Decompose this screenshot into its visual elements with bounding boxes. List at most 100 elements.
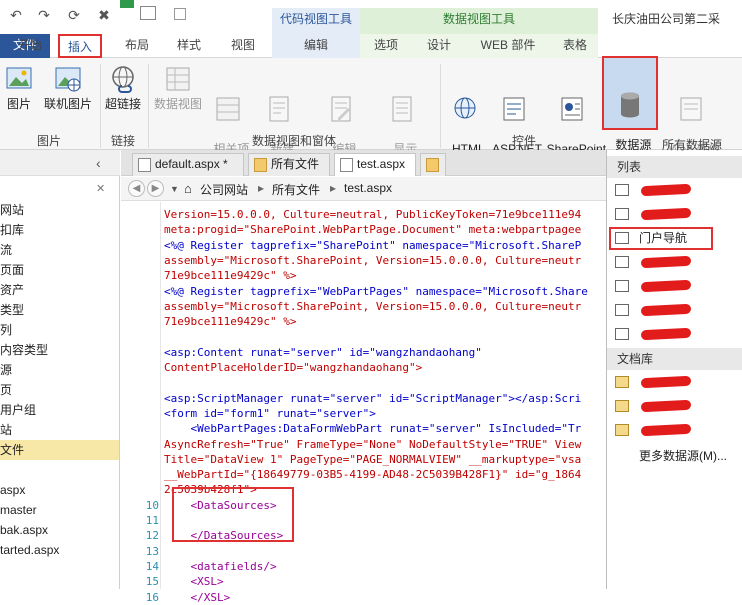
line-number	[121, 375, 159, 390]
document-library-item[interactable]	[607, 370, 742, 394]
code-line[interactable]: meta:progid="SharePoint.WebPartPage.Docu…	[164, 222, 607, 237]
sidebar-item[interactable]: aspx	[0, 480, 119, 500]
line-number: 15	[145, 575, 159, 589]
tab-table[interactable]: 表格	[550, 34, 600, 58]
code-line[interactable]: <XSL>	[164, 574, 607, 589]
back-button[interactable]: ◀	[128, 180, 145, 197]
sidebar-item[interactable]: 文件	[0, 440, 119, 460]
code-line[interactable]: 71e9bce111e9429c" %>	[164, 314, 607, 329]
edit-item-form-button[interactable]: 编辑 项目表单 ▾	[312, 62, 370, 171]
tab-options[interactable]: 选项	[362, 34, 410, 58]
code-line[interactable]: assembly="Microsoft.SharePoint, Version=…	[164, 299, 607, 314]
sharepoint-button[interactable]: SharePoint ▾	[540, 62, 606, 171]
code-line[interactable]: Title="DataView 1" PageType="PAGE_NORMAL…	[164, 452, 607, 467]
page-icon[interactable]	[140, 6, 156, 20]
refresh-icon[interactable]: ⟳	[66, 7, 82, 23]
code-line[interactable]: AsyncRefresh="True" FrameType="None" NoD…	[164, 437, 607, 452]
breadcrumb-site[interactable]: 公司网站	[200, 181, 248, 198]
code-line[interactable]	[164, 544, 607, 559]
redo-icon[interactable]: ↷	[36, 7, 52, 23]
stop-icon[interactable]: ✖	[96, 7, 112, 23]
sidebar-item[interactable]: 内容类型	[0, 340, 119, 360]
sidebar-item[interactable]: 源	[0, 360, 119, 380]
tab-view[interactable]: 视图	[220, 34, 266, 58]
customize-toolbar-icon[interactable]	[174, 8, 186, 20]
more-data-sources-link[interactable]: 更多数据源(M)...	[607, 444, 742, 468]
code-line[interactable]: <asp:Content runat="server" id="wangzhan…	[164, 345, 607, 360]
sidebar-item[interactable]: 页	[0, 380, 119, 400]
aspnet-button[interactable]: ASP.NET ▾	[486, 62, 542, 171]
tab-edit[interactable]: 编辑	[272, 34, 360, 58]
doc-tab-default[interactable]: default.aspx *	[132, 153, 244, 176]
forward-button[interactable]: ▶	[147, 180, 164, 197]
list-item[interactable]	[607, 202, 742, 226]
close-pane-icon[interactable]: ✕	[96, 182, 105, 195]
web-part-button[interactable]: Web 部件 ▾	[660, 62, 722, 171]
related-item-view-button[interactable]: 相关项 视图 ▾	[206, 62, 250, 171]
sidebar-item[interactable]: 站	[0, 420, 119, 440]
data-source-button[interactable]: 数据源 ▾	[602, 56, 658, 167]
tab-design[interactable]: 设计	[414, 34, 464, 58]
code-line[interactable]: 71e9bce111e9429c" %>	[164, 268, 607, 283]
aspx-file-icon	[138, 158, 151, 172]
code-token: assembly="Microsoft.SharePoint, Version=…	[164, 253, 582, 267]
sidebar-item[interactable]: 扣库	[0, 220, 119, 240]
picture-button[interactable]: 图片	[2, 62, 36, 126]
undo-icon[interactable]: ↶	[8, 7, 24, 23]
code-line[interactable]	[164, 375, 607, 390]
doc-tab-test[interactable]: test.aspx	[334, 153, 416, 176]
breadcrumb-all-files[interactable]: 所有文件	[272, 181, 320, 198]
list-item[interactable]	[607, 250, 742, 274]
collapse-pane-icon[interactable]: ‹	[96, 155, 101, 171]
data-view-button[interactable]: 数据视图	[150, 62, 206, 126]
code-line[interactable]: Version=15.0.0.0, Culture=neutral, Publi…	[164, 207, 607, 222]
sidebar-item[interactable]: 网站	[0, 200, 119, 220]
display-item-form-button[interactable]: 显示 项目表单 ▾	[372, 62, 432, 171]
sidebar-item[interactable]: 用户组	[0, 400, 119, 420]
tab-insert[interactable]: 插入	[58, 34, 102, 58]
tab-start[interactable]: 开始	[6, 34, 54, 58]
list-item[interactable]	[607, 178, 742, 202]
new-tab-button[interactable]	[420, 153, 446, 176]
document-library-item[interactable]	[607, 394, 742, 418]
doc-tab-all-files[interactable]: 所有文件	[248, 153, 330, 176]
tab-web-parts[interactable]: WEB 部件	[472, 34, 544, 58]
list-item[interactable]	[607, 274, 742, 298]
online-picture-button[interactable]: 联机图片	[40, 62, 96, 126]
sidebar-item[interactable]: 资产	[0, 280, 119, 300]
sidebar-item[interactable]: tarted.aspx	[0, 540, 119, 560]
code-line[interactable]: <asp:ScriptManager runat="server" id="Sc…	[164, 391, 607, 406]
tab-style[interactable]: 样式	[166, 34, 212, 58]
sidebar-item[interactable]: 页面	[0, 260, 119, 280]
redaction-mark	[640, 399, 692, 413]
code-line[interactable]: assembly="Microsoft.SharePoint, Version=…	[164, 253, 607, 268]
code-line[interactable]	[164, 329, 607, 344]
code-line[interactable]: <%@ Register tagprefix="WebPartPages" na…	[164, 284, 607, 299]
list-item[interactable]	[607, 322, 742, 346]
hyperlink-button[interactable]: 超链接	[102, 62, 144, 126]
online-picture-icon	[55, 67, 81, 92]
sidebar-item[interactable]: 类型	[0, 300, 119, 320]
new-item-form-button[interactable]: 新建 项目表单 ▾	[250, 62, 308, 171]
sidebar-item[interactable]: bak.aspx	[0, 520, 119, 540]
html-button[interactable]: HTML ▾	[444, 62, 486, 171]
code-line[interactable]: <%@ Register tagprefix="SharePoint" name…	[164, 238, 607, 253]
code-line[interactable]: <datafields/>	[164, 559, 607, 574]
sidebar-item[interactable]: master	[0, 500, 119, 520]
code-line[interactable]: </XSL>	[164, 590, 607, 605]
sidebar-item[interactable]: 列	[0, 320, 119, 340]
sidebar-item[interactable]	[0, 460, 119, 480]
line-number: 12	[145, 529, 159, 543]
code-line[interactable]: <WebPartPages:DataFormWebPart runat="ser…	[164, 421, 607, 436]
tab-layout[interactable]: 布局	[114, 34, 160, 58]
breadcrumb-page[interactable]: test.aspx	[344, 181, 392, 195]
code-line[interactable]: ContentPlaceHolderID="wangzhandaohang">	[164, 360, 607, 375]
breadcrumb-dropdown-icon[interactable]: ▼	[170, 184, 179, 194]
sidebar-item[interactable]: 流	[0, 240, 119, 260]
code-line[interactable]: <form id="form1" runat="server">	[164, 406, 607, 421]
document-library-item[interactable]	[607, 418, 742, 442]
list-item[interactable]	[607, 298, 742, 322]
edit-form-icon	[331, 96, 351, 122]
picture-label: 图片	[6, 97, 31, 111]
code-line[interactable]: __WebPartId="{18649779-03B5-4199-AD48-2C…	[164, 467, 607, 482]
